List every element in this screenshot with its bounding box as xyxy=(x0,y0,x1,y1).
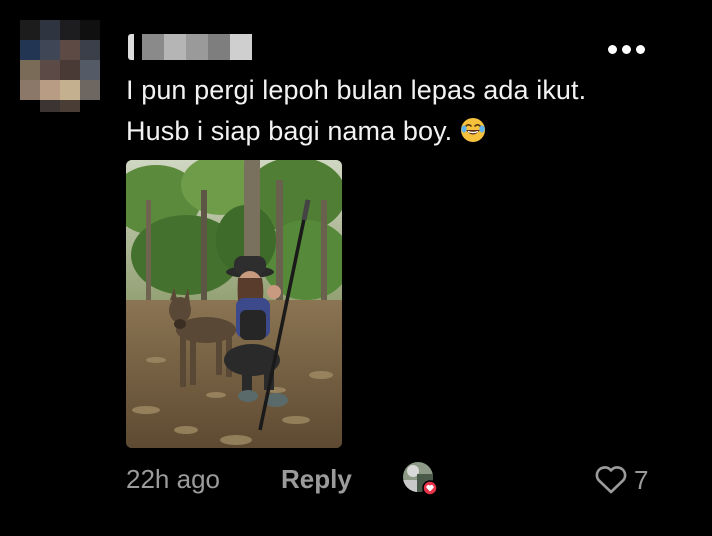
more-dot xyxy=(607,44,617,54)
comment-text: I pun pergi lepoh bulan lepas ada ikut. … xyxy=(126,70,666,152)
avatar[interactable] xyxy=(20,20,100,112)
username-redacted[interactable] xyxy=(128,34,252,60)
forest-photo-illustration xyxy=(126,160,342,448)
comment-line-2: Husb i siap bagi nama boy. xyxy=(126,111,666,152)
like-button[interactable]: 7 xyxy=(594,462,648,498)
comment-photo[interactable] xyxy=(126,160,342,448)
comment-line-2-text: Husb i siap bagi nama boy. xyxy=(126,116,453,146)
more-dot xyxy=(621,44,631,54)
more-dot xyxy=(635,44,645,54)
comment-footer: 22h ago Reply 7 xyxy=(126,462,666,500)
face-with-tears-of-joy-icon xyxy=(461,118,486,142)
like-count: 7 xyxy=(634,464,649,495)
reply-button[interactable]: Reply xyxy=(281,464,352,495)
creator-liked-avatar xyxy=(403,462,437,496)
comment-timestamp: 22h ago xyxy=(126,464,220,494)
comment-line-1: I pun pergi lepoh bulan lepas ada ikut. xyxy=(126,75,587,105)
more-options-icon[interactable] xyxy=(600,36,652,62)
heart-outline-icon xyxy=(595,466,627,494)
